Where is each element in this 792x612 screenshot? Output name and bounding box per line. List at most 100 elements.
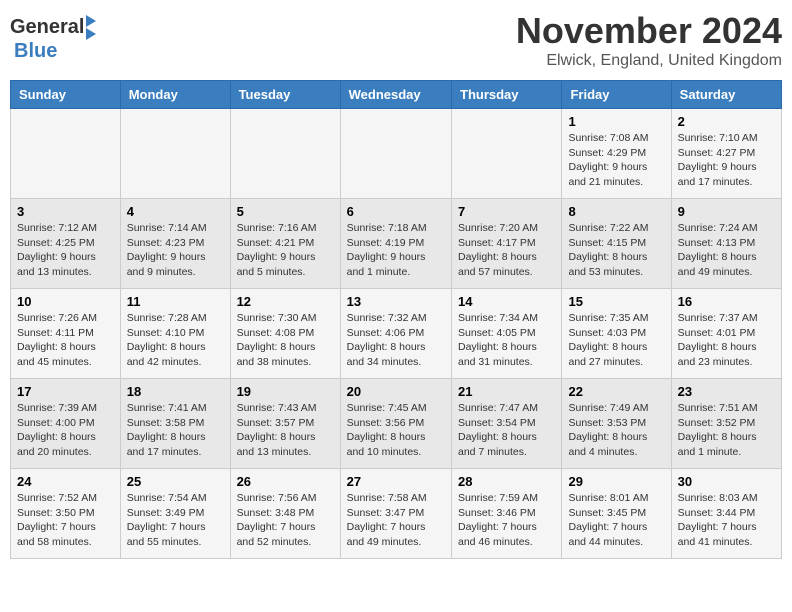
day-number: 28 bbox=[458, 474, 555, 489]
day-details: Sunrise: 7:43 AM Sunset: 3:57 PM Dayligh… bbox=[237, 401, 334, 460]
day-number: 22 bbox=[568, 384, 664, 399]
calendar-cell bbox=[452, 109, 562, 199]
day-number: 12 bbox=[237, 294, 334, 309]
day-number: 13 bbox=[347, 294, 445, 309]
calendar-cell: 8Sunrise: 7:22 AM Sunset: 4:15 PM Daylig… bbox=[562, 199, 671, 289]
calendar-cell: 14Sunrise: 7:34 AM Sunset: 4:05 PM Dayli… bbox=[452, 289, 562, 379]
day-number: 30 bbox=[678, 474, 775, 489]
day-number: 24 bbox=[17, 474, 114, 489]
day-of-week-header: Tuesday bbox=[230, 81, 340, 109]
calendar-cell: 12 Sunrise: 7:30 AM Sunset: 4:08 PM Dayli… bbox=[230, 289, 340, 379]
calendar-cell: 21 Sunrise: 7:47 AM Sunset: 3:54 PM Dayli… bbox=[452, 379, 562, 469]
day-number: 19 bbox=[237, 384, 334, 399]
month-title: November 2024 bbox=[516, 10, 782, 52]
calendar-week-row: 17 Sunrise: 7:39 AM Sunset: 4:00 PM Dayli… bbox=[11, 379, 782, 469]
calendar-cell: 17 Sunrise: 7:39 AM Sunset: 4:00 PM Dayli… bbox=[11, 379, 121, 469]
page-header: General Blue November 2024 Elwick, Engla… bbox=[10, 10, 782, 70]
calendar-cell: 28 Sunrise: 7:59 AM Sunset: 3:46 PM Dayli… bbox=[452, 469, 562, 559]
calendar-week-row: 10Sunrise: 7:26 AM Sunset: 4:11 PM Dayli… bbox=[11, 289, 782, 379]
calendar-cell: 19 Sunrise: 7:43 AM Sunset: 3:57 PM Dayli… bbox=[230, 379, 340, 469]
day-details: Sunrise: 7:12 AM Sunset: 4:25 PM Dayligh… bbox=[17, 221, 114, 280]
day-number: 9 bbox=[678, 204, 775, 219]
calendar-cell: 29 Sunrise: 8:01 AM Sunset: 3:45 PM Dayli… bbox=[562, 469, 671, 559]
day-number: 17 bbox=[17, 384, 114, 399]
day-details: Sunrise: 7:14 AM Sunset: 4:23 PM Dayligh… bbox=[127, 221, 224, 280]
day-details: Sunrise: 7:47 AM Sunset: 3:54 PM Dayligh… bbox=[458, 401, 555, 460]
day-number: 2 bbox=[678, 114, 775, 129]
calendar-cell: 25 Sunrise: 7:54 AM Sunset: 3:49 PM Dayli… bbox=[120, 469, 230, 559]
calendar-cell: 27Sunrise: 7:58 AM Sunset: 3:47 PM Dayli… bbox=[340, 469, 451, 559]
calendar-cell: 24 Sunrise: 7:52 AM Sunset: 3:50 PM Dayli… bbox=[11, 469, 121, 559]
calendar-cell bbox=[11, 109, 121, 199]
calendar-cell: 13 Sunrise: 7:32 AM Sunset: 4:06 PM Dayli… bbox=[340, 289, 451, 379]
day-details: Sunrise: 7:30 AM Sunset: 4:08 PM Dayligh… bbox=[237, 311, 334, 370]
day-details: Sunrise: 7:54 AM Sunset: 3:49 PM Dayligh… bbox=[127, 491, 224, 550]
calendar-cell: 3 Sunrise: 7:12 AM Sunset: 4:25 PM Daylig… bbox=[11, 199, 121, 289]
calendar-header-row: SundayMondayTuesdayWednesdayThursdayFrid… bbox=[11, 81, 782, 109]
day-of-week-header: Friday bbox=[562, 81, 671, 109]
calendar-cell: 20 Sunrise: 7:45 AM Sunset: 3:56 PM Dayli… bbox=[340, 379, 451, 469]
calendar-cell: 2 Sunrise: 7:10 AM Sunset: 4:27 PM Daylig… bbox=[671, 109, 781, 199]
day-details: Sunrise: 7:56 AM Sunset: 3:48 PM Dayligh… bbox=[237, 491, 334, 550]
day-number: 6 bbox=[347, 204, 445, 219]
calendar-week-row: 24 Sunrise: 7:52 AM Sunset: 3:50 PM Dayli… bbox=[11, 469, 782, 559]
day-details: Sunrise: 7:59 AM Sunset: 3:46 PM Dayligh… bbox=[458, 491, 555, 550]
day-number: 18 bbox=[127, 384, 224, 399]
day-details: Sunrise: 7:49 AM Sunset: 3:53 PM Dayligh… bbox=[568, 401, 664, 460]
day-number: 1 bbox=[568, 114, 664, 129]
calendar-cell: 5 Sunrise: 7:16 AM Sunset: 4:21 PM Daylig… bbox=[230, 199, 340, 289]
day-details: Sunrise: 7:24 AM Sunset: 4:13 PM Dayligh… bbox=[678, 221, 775, 280]
day-number: 20 bbox=[347, 384, 445, 399]
day-details: Sunrise: 7:10 AM Sunset: 4:27 PM Dayligh… bbox=[678, 131, 775, 190]
day-details: Sunrise: 7:18 AM Sunset: 4:19 PM Dayligh… bbox=[347, 221, 445, 280]
day-details: Sunrise: 7:41 AM Sunset: 3:58 PM Dayligh… bbox=[127, 401, 224, 460]
day-number: 16 bbox=[678, 294, 775, 309]
day-details: Sunrise: 7:35 AM Sunset: 4:03 PM Dayligh… bbox=[568, 311, 664, 370]
location-title: Elwick, England, United Kingdom bbox=[516, 52, 782, 70]
calendar-cell: 11 Sunrise: 7:28 AM Sunset: 4:10 PM Dayli… bbox=[120, 289, 230, 379]
calendar-cell: 1 Sunrise: 7:08 AM Sunset: 4:29 PM Daylig… bbox=[562, 109, 671, 199]
day-number: 23 bbox=[678, 384, 775, 399]
day-number: 10 bbox=[17, 294, 114, 309]
calendar-cell: 10Sunrise: 7:26 AM Sunset: 4:11 PM Dayli… bbox=[11, 289, 121, 379]
calendar-cell: 16Sunrise: 7:37 AM Sunset: 4:01 PM Dayli… bbox=[671, 289, 781, 379]
day-details: Sunrise: 7:39 AM Sunset: 4:00 PM Dayligh… bbox=[17, 401, 114, 460]
calendar-cell: 23 Sunrise: 7:51 AM Sunset: 3:52 PM Dayli… bbox=[671, 379, 781, 469]
calendar-cell bbox=[340, 109, 451, 199]
title-section: November 2024 Elwick, England, United Ki… bbox=[516, 10, 782, 70]
day-number: 7 bbox=[458, 204, 555, 219]
calendar-cell: 15 Sunrise: 7:35 AM Sunset: 4:03 PM Dayli… bbox=[562, 289, 671, 379]
calendar-cell: 26 Sunrise: 7:56 AM Sunset: 3:48 PM Dayli… bbox=[230, 469, 340, 559]
day-details: Sunrise: 7:32 AM Sunset: 4:06 PM Dayligh… bbox=[347, 311, 445, 370]
calendar-cell: 6 Sunrise: 7:18 AM Sunset: 4:19 PM Daylig… bbox=[340, 199, 451, 289]
day-number: 26 bbox=[237, 474, 334, 489]
calendar-cell: 30 Sunrise: 8:03 AM Sunset: 3:44 PM Dayli… bbox=[671, 469, 781, 559]
day-of-week-header: Sunday bbox=[11, 81, 121, 109]
day-number: 21 bbox=[458, 384, 555, 399]
day-details: Sunrise: 7:51 AM Sunset: 3:52 PM Dayligh… bbox=[678, 401, 775, 460]
day-number: 15 bbox=[568, 294, 664, 309]
day-details: Sunrise: 7:08 AM Sunset: 4:29 PM Dayligh… bbox=[568, 131, 664, 190]
calendar-week-row: 1 Sunrise: 7:08 AM Sunset: 4:29 PM Daylig… bbox=[11, 109, 782, 199]
day-details: Sunrise: 7:20 AM Sunset: 4:17 PM Dayligh… bbox=[458, 221, 555, 280]
logo-blue-text: Blue bbox=[14, 40, 57, 63]
day-number: 5 bbox=[237, 204, 334, 219]
day-number: 11 bbox=[127, 294, 224, 309]
calendar-table: SundayMondayTuesdayWednesdayThursdayFrid… bbox=[10, 80, 782, 559]
day-details: Sunrise: 7:16 AM Sunset: 4:21 PM Dayligh… bbox=[237, 221, 334, 280]
logo-general-text: General bbox=[10, 16, 84, 39]
day-details: Sunrise: 8:03 AM Sunset: 3:44 PM Dayligh… bbox=[678, 491, 775, 550]
calendar-cell: 18 Sunrise: 7:41 AM Sunset: 3:58 PM Dayli… bbox=[120, 379, 230, 469]
day-details: Sunrise: 7:28 AM Sunset: 4:10 PM Dayligh… bbox=[127, 311, 224, 370]
day-number: 25 bbox=[127, 474, 224, 489]
calendar-cell: 4Sunrise: 7:14 AM Sunset: 4:23 PM Daylig… bbox=[120, 199, 230, 289]
day-details: Sunrise: 7:45 AM Sunset: 3:56 PM Dayligh… bbox=[347, 401, 445, 460]
day-number: 14 bbox=[458, 294, 555, 309]
day-number: 27 bbox=[347, 474, 445, 489]
day-details: Sunrise: 7:52 AM Sunset: 3:50 PM Dayligh… bbox=[17, 491, 114, 550]
day-number: 3 bbox=[17, 204, 114, 219]
day-number: 29 bbox=[568, 474, 664, 489]
calendar-cell: 7 Sunrise: 7:20 AM Sunset: 4:17 PM Daylig… bbox=[452, 199, 562, 289]
logo: General Blue bbox=[10, 15, 96, 63]
day-details: Sunrise: 8:01 AM Sunset: 3:45 PM Dayligh… bbox=[568, 491, 664, 550]
